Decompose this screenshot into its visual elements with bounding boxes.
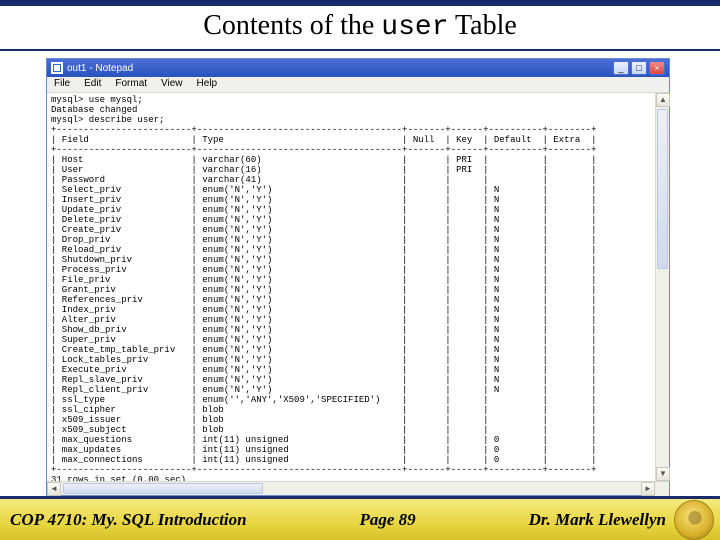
slide-title: Contents of the user Table	[0, 6, 720, 49]
menu-format[interactable]: Format	[108, 77, 154, 92]
vscroll-thumb[interactable]	[657, 109, 668, 269]
title-code: user	[381, 12, 448, 43]
slide: Contents of the user Table out1 - Notepa…	[0, 0, 720, 540]
title-rule	[0, 49, 720, 51]
slide-footer: COP 4710: My. SQL Introduction Page 89 D…	[0, 496, 720, 540]
vertical-scrollbar[interactable]: ▲ ▼	[655, 93, 669, 481]
maximize-button[interactable]: □	[631, 61, 647, 75]
title-prefix: Contents of the	[203, 10, 381, 41]
notepad-title-text: out1 - Notepad	[67, 63, 613, 74]
scroll-right-icon[interactable]: ►	[641, 482, 655, 496]
title-suffix: Table	[449, 10, 517, 41]
close-button[interactable]: ×	[649, 61, 665, 75]
menu-file[interactable]: File	[47, 77, 77, 92]
footer-course: COP 4710: My. SQL Introduction	[10, 510, 247, 530]
minimize-button[interactable]: _	[613, 61, 629, 75]
notepad-window: out1 - Notepad _ □ × File Edit Format Vi…	[46, 58, 670, 496]
notepad-icon	[51, 62, 63, 74]
notepad-titlebar[interactable]: out1 - Notepad _ □ ×	[47, 59, 669, 77]
scroll-up-icon[interactable]: ▲	[656, 93, 670, 107]
menu-view[interactable]: View	[154, 77, 190, 92]
menu-edit[interactable]: Edit	[77, 77, 108, 92]
menu-help[interactable]: Help	[190, 77, 225, 92]
window-controls: _ □ ×	[613, 61, 665, 75]
scroll-corner	[655, 482, 669, 496]
notepad-body: mysql> use mysql; Database changed mysql…	[47, 93, 669, 481]
horizontal-scrollbar[interactable]: ◄ ►	[47, 481, 669, 495]
notepad-content[interactable]: mysql> use mysql; Database changed mysql…	[47, 93, 655, 481]
footer-author: Dr. Mark Llewellyn	[529, 510, 666, 530]
hscroll-thumb[interactable]	[63, 483, 263, 494]
scroll-down-icon[interactable]: ▼	[656, 467, 670, 481]
mysql-output: mysql> use mysql; Database changed mysql…	[51, 95, 651, 481]
ucf-logo-icon	[674, 500, 714, 540]
scroll-left-icon[interactable]: ◄	[47, 482, 61, 496]
footer-page: Page 89	[360, 510, 416, 530]
notepad-menubar: File Edit Format View Help	[47, 77, 669, 93]
